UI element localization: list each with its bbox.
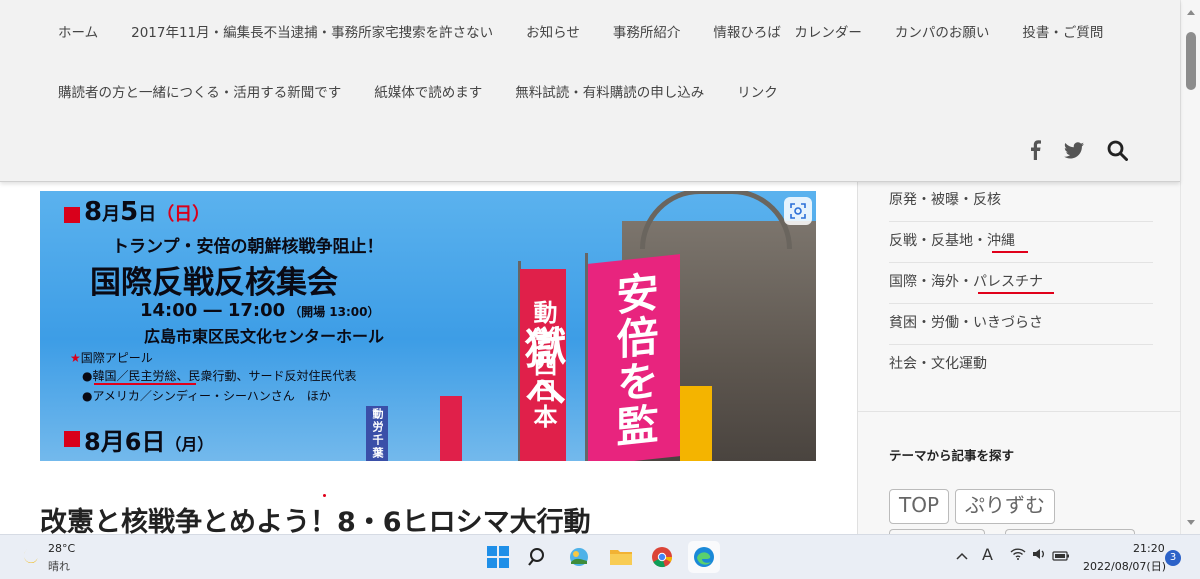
tag-prism[interactable]: ぷりずむ bbox=[955, 489, 1055, 524]
sidebar-divider bbox=[858, 411, 1181, 412]
banner-venue: 広島市東区民文化センターホール bbox=[144, 327, 385, 346]
chrome-icon[interactable] bbox=[646, 541, 678, 573]
start-icon[interactable] bbox=[482, 541, 514, 573]
banner-appeal-title: ★国際アピール bbox=[70, 351, 153, 365]
banner-time: 14:00 ― 17:00 （開場 13:00） bbox=[140, 300, 380, 321]
site-header: ホーム 2017年11月・編集長不当逮捕・事務所家宅捜索を許さない お知らせ 事… bbox=[0, 0, 1180, 182]
nav-item-calendar[interactable]: 情報ひろば カレンダー bbox=[713, 21, 862, 41]
event-banner-image[interactable]: 動労西日本 安倍を監獄へ 動労千葉 8月5日（日） トランプ・安倍の朝鮮核戦争阻… bbox=[40, 191, 816, 461]
category-social[interactable]: 社会・文化運動 bbox=[889, 345, 1153, 386]
scroll-thumb[interactable] bbox=[1186, 32, 1196, 90]
annotation-underline bbox=[94, 383, 196, 385]
visual-search-icon[interactable] bbox=[784, 197, 812, 225]
annotation-underline bbox=[992, 251, 1028, 253]
file-explorer-icon[interactable] bbox=[605, 541, 637, 573]
chevron-up-icon[interactable] bbox=[956, 548, 968, 564]
moon-weather-icon[interactable] bbox=[22, 547, 40, 565]
flag-right: 安倍を監獄へ bbox=[518, 254, 680, 461]
scroll-up-arrow-icon[interactable] bbox=[1187, 10, 1195, 15]
flag-small: 動労千葉 bbox=[366, 406, 388, 461]
nav-item-office[interactable]: 事務所紹介 bbox=[613, 21, 681, 41]
nav-item-subscribe[interactable]: 無料試読・有料購読の申し込み bbox=[515, 81, 704, 101]
banner-date1: 8月5日（日） bbox=[84, 197, 211, 227]
flag-yellow bbox=[680, 386, 712, 461]
nav-item-donation[interactable]: カンパのお願い bbox=[895, 21, 990, 41]
vertical-scrollbar[interactable] bbox=[1180, 0, 1200, 534]
twitter-icon[interactable] bbox=[1062, 138, 1086, 162]
nav-item-home[interactable]: ホーム bbox=[58, 21, 98, 41]
wifi-icon[interactable] bbox=[1010, 548, 1026, 564]
nav-row-secondary: 購読者の方と一緒につくる・活用する新聞です 紙媒体で読めます 無料試読・有料購読… bbox=[58, 81, 811, 101]
edge-icon[interactable] bbox=[688, 541, 720, 573]
facebook-icon[interactable] bbox=[1023, 138, 1047, 162]
banner-date2: 8月6日（月） bbox=[84, 428, 214, 456]
sidebar-heading: テーマから記事を探す bbox=[889, 448, 1015, 463]
category-antiwar[interactable]: 反戦・反基地・沖縄 bbox=[889, 222, 1153, 263]
search-icon[interactable] bbox=[522, 541, 554, 573]
annotation-dot bbox=[323, 494, 326, 497]
nav-item-links[interactable]: リンク bbox=[737, 81, 778, 101]
photos-icon[interactable] bbox=[563, 541, 595, 573]
search-icon[interactable] bbox=[1105, 138, 1129, 162]
windows-taskbar: 28°C 晴れ A 21:20 2022/08/07(日) 3 bbox=[0, 534, 1200, 579]
red-square-icon bbox=[64, 431, 80, 447]
nav-row-primary: ホーム 2017年11月・編集長不当逮捕・事務所家宅捜索を許さない お知らせ 事… bbox=[58, 21, 1136, 41]
nav-item-print[interactable]: 紙媒体で読めます bbox=[374, 81, 482, 101]
banner-appeal-line1: ●韓国／民主労総、民衆行動、サード反対住民代表 bbox=[82, 369, 357, 383]
banner-event-name: 国際反戦反核集会 bbox=[90, 265, 338, 301]
ime-indicator[interactable]: A bbox=[982, 545, 993, 564]
category-international[interactable]: 国際・海外・パレスチナ bbox=[889, 263, 1153, 304]
speaker-icon[interactable] bbox=[1032, 548, 1046, 564]
banner-subtitle: トランプ・安倍の朝鮮核戦争阻止！ bbox=[112, 237, 384, 257]
scroll-down-arrow-icon[interactable] bbox=[1187, 520, 1195, 525]
category-poverty[interactable]: 貧困・労働・いきづらさ bbox=[889, 304, 1153, 345]
flag-small-red bbox=[440, 396, 462, 461]
banner-appeal-line2: ●アメリカ／シンディー・シーハンさん ほか bbox=[82, 389, 331, 403]
notification-badge[interactable]: 3 bbox=[1165, 550, 1181, 566]
red-square-icon bbox=[64, 207, 80, 223]
annotation-underline bbox=[978, 292, 1054, 294]
battery-icon[interactable] bbox=[1052, 549, 1070, 565]
sidebar: 原発・被曝・反核 反戦・反基地・沖縄 国際・海外・パレスチナ 貧困・労働・いきづ… bbox=[857, 181, 1181, 539]
weather-description[interactable]: 晴れ bbox=[48, 558, 70, 574]
nav-item-news[interactable]: お知らせ bbox=[526, 21, 580, 41]
clock-time[interactable]: 21:20 bbox=[1133, 542, 1165, 555]
tag-top[interactable]: TOP bbox=[889, 489, 950, 524]
nav-item-readers[interactable]: 購読者の方と一緒につくる・活用する新聞です bbox=[58, 81, 341, 101]
browser-page: ホーム 2017年11月・編集長不当逮捕・事務所家宅捜索を許さない お知らせ 事… bbox=[0, 0, 1200, 579]
nav-item-letters[interactable]: 投書・ご質問 bbox=[1022, 21, 1103, 41]
category-nuclear[interactable]: 原発・被曝・反核 bbox=[889, 181, 1153, 222]
clock-date[interactable]: 2022/08/07(日) bbox=[1083, 558, 1166, 574]
nav-item-arrest-protest[interactable]: 2017年11月・編集長不当逮捕・事務所家宅捜索を許さない bbox=[131, 21, 493, 41]
weather-temperature[interactable]: 28°C bbox=[48, 542, 75, 555]
